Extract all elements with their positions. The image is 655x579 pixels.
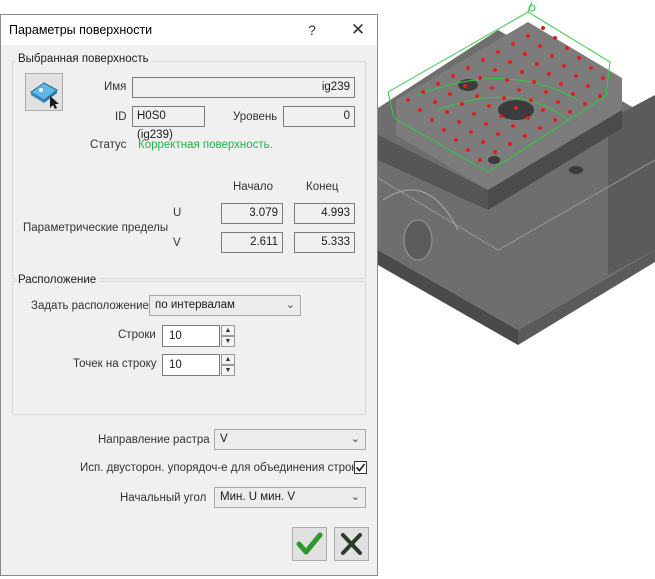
start-angle-label: Начальный угол xyxy=(120,492,207,504)
set-placement-label: Задать расположение xyxy=(31,300,149,312)
chevron-down-icon: ⌄ xyxy=(350,433,360,445)
rows-spin-down[interactable]: ▼ xyxy=(221,336,235,347)
start-angle-value: Мин. U мин. V xyxy=(220,491,295,503)
v-end-field: 5.333 xyxy=(294,232,355,253)
chevron-down-icon: ⌄ xyxy=(350,491,360,503)
dialog-title: Параметры поверхности xyxy=(9,23,153,37)
param-limits-label: Параметрические пределы xyxy=(23,222,169,234)
v-label: V xyxy=(173,237,181,249)
rows-input[interactable]: 10 xyxy=(162,325,220,347)
x-cross-icon xyxy=(341,533,362,555)
status-value: Корректная поверхность. xyxy=(138,139,273,151)
points-per-row-input[interactable]: 10 xyxy=(162,354,220,376)
surface-parameters-dialog: Параметры поверхности ? ✕ Выбранная пове… xyxy=(0,14,378,576)
status-label: Статус xyxy=(90,139,127,151)
id-label: ID xyxy=(115,111,127,123)
v-start-field: 2.611 xyxy=(221,232,283,253)
raster-direction-select[interactable]: V ⌄ xyxy=(214,429,366,450)
surface-select-icon xyxy=(30,82,59,109)
level-label: Уровень xyxy=(233,111,278,123)
selected-surface-legend: Выбранная поверхность xyxy=(15,53,152,65)
u-start-field: 3.079 xyxy=(221,203,283,224)
level-field: 0 xyxy=(283,106,355,127)
surface-select-button[interactable] xyxy=(25,73,63,111)
model-viewport[interactable] xyxy=(377,0,655,576)
checkmark-icon xyxy=(296,532,323,555)
u-label: U xyxy=(173,207,182,219)
name-field: ig239 xyxy=(132,77,355,98)
set-placement-value: по интервалам xyxy=(155,299,235,311)
set-placement-select[interactable]: по интервалам ⌄ xyxy=(149,295,301,316)
points-per-row-label: Точек на строку xyxy=(73,358,157,370)
rows-label: Строки xyxy=(118,329,156,341)
ok-button[interactable] xyxy=(292,527,327,561)
raster-direction-label: Направление растра xyxy=(98,434,210,446)
chevron-down-icon: ⌄ xyxy=(285,299,295,311)
bidirectional-checkbox[interactable] xyxy=(354,461,367,474)
title-bar: Параметры поверхности ? ✕ xyxy=(1,15,377,45)
check-icon xyxy=(355,463,366,472)
id-field: H0S0 (ig239) xyxy=(132,106,205,141)
rows-spin-up[interactable]: ▲ xyxy=(221,325,235,336)
end-header: Конец xyxy=(306,181,339,193)
raster-direction-value: V xyxy=(220,433,228,445)
placement-legend: Расположение xyxy=(15,274,100,286)
points-spin-up[interactable]: ▲ xyxy=(221,354,235,365)
points-spin-down[interactable]: ▼ xyxy=(221,365,235,376)
part-model-render xyxy=(377,1,655,345)
name-label: Имя xyxy=(104,81,127,93)
start-angle-select[interactable]: Мин. U мин. V ⌄ xyxy=(214,487,366,508)
close-button[interactable]: ✕ xyxy=(343,18,373,42)
help-button[interactable]: ? xyxy=(297,18,327,42)
start-header: Начало xyxy=(233,181,274,193)
cancel-button[interactable] xyxy=(334,527,369,561)
bidirectional-label: Исп. двусторон. упорядоч-е для объединен… xyxy=(80,462,357,474)
u-end-field: 4.993 xyxy=(294,203,355,224)
